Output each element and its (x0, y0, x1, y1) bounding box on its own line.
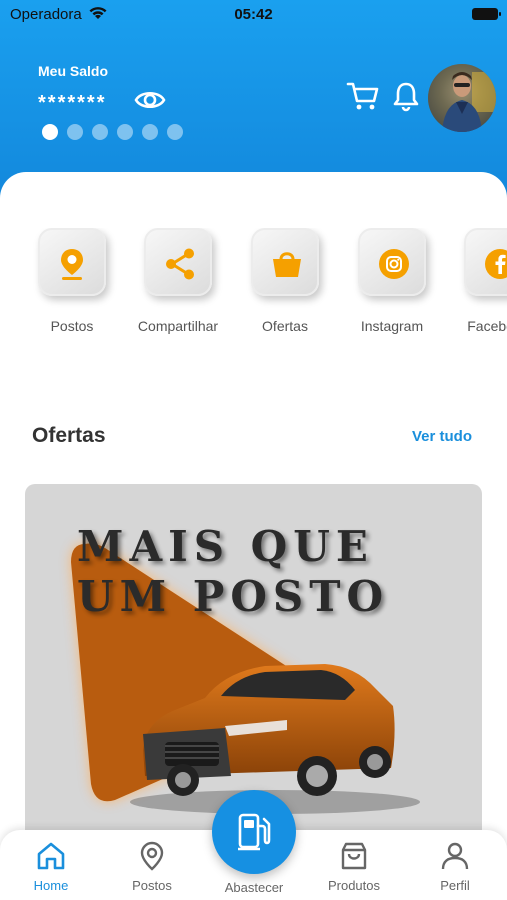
nav-home[interactable]: Home (6, 840, 96, 893)
shortcut-button[interactable] (251, 228, 319, 296)
section-title: Ofertas (32, 424, 106, 447)
header: Operadora 05:42 Meu Saldo ******* (0, 0, 507, 200)
carousel-dot[interactable] (92, 124, 108, 140)
status-bar: Operadora 05:42 (0, 0, 507, 30)
see-all-link[interactable]: Ver tudo (412, 428, 472, 445)
balance-label: Meu Saldo (38, 63, 109, 79)
nav-label: Home (33, 878, 69, 893)
shortcut-button[interactable] (144, 228, 212, 296)
shortcut-button[interactable] (358, 228, 426, 296)
home-icon (37, 842, 65, 870)
shortcut-label: Ofertas (262, 318, 308, 334)
banner-headline: MAIS QUE UM POSTO (77, 522, 389, 622)
shortcut-label: Facebook (467, 318, 507, 334)
shortcut-button[interactable] (38, 228, 106, 296)
shopping-bag-icon (341, 842, 367, 870)
battery-icon (472, 8, 501, 20)
balance-value: ******* (38, 92, 107, 114)
shortcut-label: Instagram (360, 318, 424, 334)
shortcut-label: Postos (50, 318, 94, 334)
carousel-dot[interactable] (142, 124, 158, 140)
bell-icon[interactable] (390, 80, 422, 112)
shortcut-button[interactable] (464, 228, 507, 296)
carousel-dot[interactable] (167, 124, 183, 140)
shortcut-instagram[interactable]: Instagram (337, 228, 447, 334)
clock: 05:42 (234, 6, 273, 23)
carousel-dot[interactable] (42, 124, 58, 140)
location-pin-icon (61, 249, 83, 280)
shortcut-compartilhar[interactable]: Compartilhar (123, 228, 233, 334)
user-icon (441, 842, 469, 870)
nav-postos[interactable]: Postos (107, 840, 197, 893)
carousel-dot[interactable] (117, 124, 133, 140)
nav-label: Perfil (440, 878, 470, 893)
share-icon (166, 248, 194, 280)
shortcut-ofertas[interactable]: Ofertas (230, 228, 340, 334)
shortcut-label: Compartilhar (137, 318, 219, 334)
location-pin-icon (140, 841, 164, 871)
shortcut-facebook[interactable]: Facebook (443, 228, 507, 334)
nav-perfil[interactable]: Perfil (410, 840, 500, 893)
nav-produtos[interactable]: Produtos (309, 840, 399, 893)
shortcut-postos[interactable]: Postos (17, 228, 127, 334)
eye-icon[interactable] (134, 86, 166, 114)
banner-line: MAIS QUE (77, 522, 374, 571)
carousel-dot[interactable] (67, 124, 83, 140)
instagram-icon (379, 249, 409, 279)
abastecer-button[interactable] (212, 790, 296, 874)
fuel-pump-icon (238, 813, 271, 851)
banner-line: UM POSTO (77, 572, 390, 621)
nav-label: Abastecer (224, 880, 284, 895)
facebook-icon (485, 249, 507, 279)
cart-icon[interactable] (346, 80, 380, 112)
nav-label: Produtos (327, 878, 381, 893)
shortcuts-row: Postos Compartilhar Ofertas Instagram Fa… (0, 228, 507, 348)
carousel-indicator (42, 124, 183, 140)
avatar[interactable] (428, 64, 496, 132)
shopping-bag-icon (273, 252, 301, 277)
nav-label: Postos (132, 878, 172, 893)
